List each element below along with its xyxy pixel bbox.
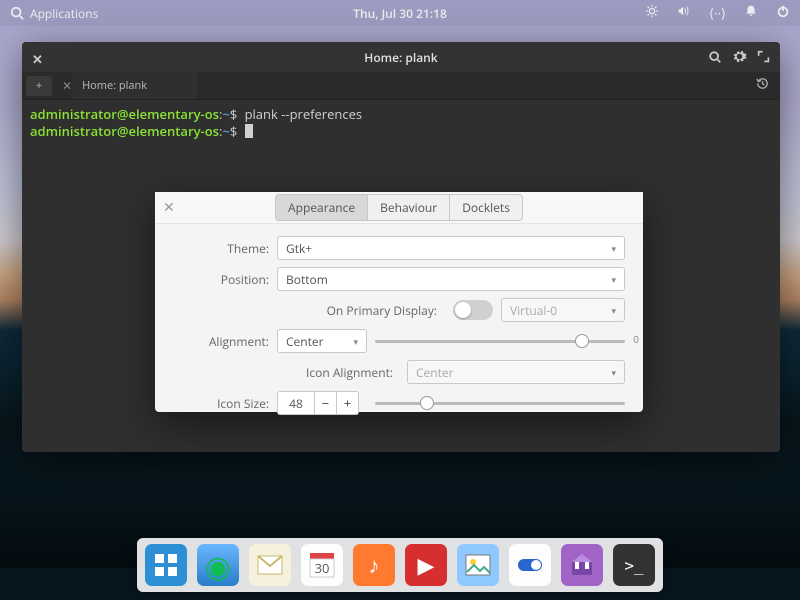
theme-select[interactable]: Gtk+ ▾: [277, 236, 625, 260]
photo-icon: [465, 554, 491, 576]
search-icon: [10, 6, 24, 20]
terminal-cursor: [245, 124, 253, 138]
alignment-offset-slider[interactable]: 0: [375, 329, 625, 353]
chevron-down-icon: ▾: [611, 273, 616, 286]
tab-label: Home: plank: [82, 78, 147, 93]
appcenter-icon: [569, 552, 595, 578]
calendar-icon: 30: [308, 551, 336, 579]
search-icon[interactable]: [708, 50, 722, 64]
alignment-select[interactable]: Center ▾: [277, 329, 367, 353]
icon-alignment-label: Icon Alignment:: [277, 364, 393, 381]
tab-bar: + ✕ Home: plank: [22, 72, 780, 100]
chevron-down-icon: ▾: [611, 304, 616, 317]
dock-item-terminal[interactable]: >_: [613, 544, 655, 586]
notification-indicator[interactable]: [744, 4, 758, 22]
dock-item-photos[interactable]: [457, 544, 499, 586]
mail-icon: [257, 555, 283, 575]
primary-display-switch[interactable]: [453, 300, 493, 320]
icon-size-value[interactable]: 48: [277, 391, 315, 415]
theme-label: Theme:: [173, 240, 269, 257]
chevron-down-icon: ▾: [611, 242, 616, 255]
network-icon: ⟨··⟩: [709, 4, 726, 22]
power-icon: [776, 4, 790, 18]
minus-icon: −: [322, 394, 329, 412]
dock-item-mail[interactable]: [249, 544, 291, 586]
prompt-user: administrator@elementary-os: [30, 105, 219, 123]
icon-size-stepper[interactable]: 48 − +: [277, 391, 367, 415]
alignment-label: Alignment:: [173, 333, 269, 350]
plank-dock: ◉ 30 ♪ ▶ >_: [137, 538, 663, 592]
window-titlebar[interactable]: ✕ Home: plank: [22, 42, 780, 72]
display-select: Virtual-0 ▾: [501, 298, 625, 322]
tab-close-button[interactable]: ✕: [62, 77, 72, 94]
prompt-path: ~: [222, 105, 229, 123]
tab-appearance[interactable]: Appearance: [275, 194, 368, 221]
gear-icon[interactable]: [732, 49, 747, 64]
note-icon: ♪: [369, 550, 380, 580]
chevron-down-icon: ▾: [353, 335, 358, 348]
top-panel: Applications Thu, Jul 30 21:18 ⟨··⟩: [0, 0, 800, 26]
appearance-form: Theme: Gtk+ ▾ Position: Bottom ▾ On Prim…: [155, 224, 643, 429]
switchboard-icon: [516, 555, 544, 575]
tab[interactable]: Home: plank: [72, 72, 197, 99]
window-title: Home: plank: [364, 49, 437, 66]
maximize-icon[interactable]: [757, 50, 770, 63]
session-indicator[interactable]: [776, 4, 790, 22]
command-text: plank --preferences: [245, 105, 363, 123]
dock-item-music[interactable]: ♪: [353, 544, 395, 586]
icon-size-label: Icon Size:: [173, 395, 269, 412]
close-icon: ✕: [32, 50, 43, 68]
chevron-down-icon: ▾: [611, 366, 616, 379]
dock-item-settings[interactable]: [509, 544, 551, 586]
dock-item-calendar[interactable]: 30: [301, 544, 343, 586]
bell-icon: [744, 4, 758, 18]
plus-icon: +: [36, 78, 42, 93]
stepper-minus[interactable]: −: [315, 391, 337, 415]
stepper-plus[interactable]: +: [337, 391, 359, 415]
tab-docklets[interactable]: Docklets: [450, 194, 523, 221]
dock-item-web[interactable]: ◉: [197, 544, 239, 586]
globe-icon: ◉: [205, 545, 231, 586]
window-close-button[interactable]: ✕: [32, 50, 43, 68]
volume-icon: [677, 4, 691, 18]
close-icon: ✕: [163, 198, 175, 217]
dialog-close-button[interactable]: ✕: [163, 198, 175, 217]
dock-item-videos[interactable]: ▶: [405, 544, 447, 586]
icon-alignment-select: Center ▾: [407, 360, 625, 384]
tab-switcher: Appearance Behaviour Docklets: [275, 194, 523, 221]
applications-label: Applications: [30, 5, 98, 22]
brightness-icon: [645, 4, 659, 18]
play-icon: ▶: [418, 550, 435, 580]
clock[interactable]: Thu, Jul 30 21:18: [353, 5, 447, 22]
grid-icon: [153, 552, 179, 578]
network-indicator[interactable]: ⟨··⟩: [709, 4, 726, 22]
brightness-indicator[interactable]: [645, 4, 659, 22]
applications-menu[interactable]: Applications: [10, 5, 98, 22]
new-tab-button[interactable]: +: [26, 76, 52, 96]
plus-icon: +: [344, 394, 351, 412]
svg-text:30: 30: [315, 559, 330, 577]
dialog-header[interactable]: ✕ Appearance Behaviour Docklets: [155, 192, 643, 224]
terminal-icon: >_: [624, 556, 643, 575]
tab-behaviour[interactable]: Behaviour: [368, 194, 450, 221]
position-label: Position:: [173, 271, 269, 288]
plank-preferences-dialog: ✕ Appearance Behaviour Docklets Theme: G…: [155, 192, 643, 412]
sound-indicator[interactable]: [677, 4, 691, 22]
dock-item-appcenter[interactable]: [561, 544, 603, 586]
position-select[interactable]: Bottom ▾: [277, 267, 625, 291]
icon-size-slider[interactable]: [375, 391, 625, 415]
dock-item-slingshot[interactable]: [145, 544, 187, 586]
history-button[interactable]: [755, 76, 770, 95]
history-icon: [755, 76, 770, 91]
